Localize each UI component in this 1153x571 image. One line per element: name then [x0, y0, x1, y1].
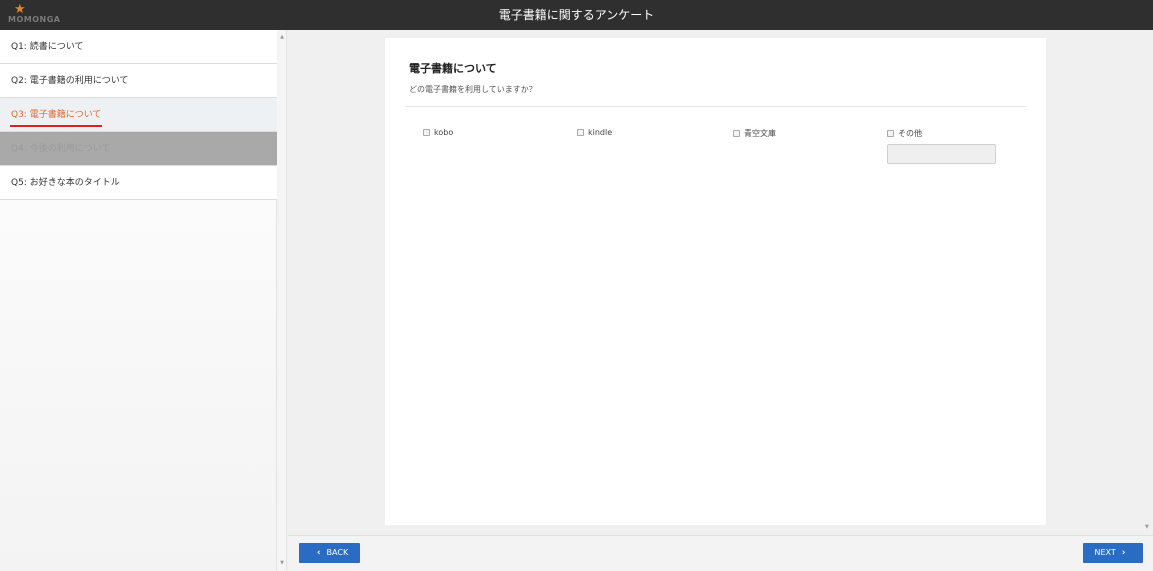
footer-bar — [288, 535, 1153, 571]
checkbox[interactable] — [733, 130, 740, 137]
page-title: 電子書籍に関するアンケート — [498, 8, 655, 22]
sidebar-item-label: Q2: 電子書籍の利用について — [11, 76, 129, 86]
other-text-input[interactable] — [887, 144, 996, 164]
question-description: どの電子書籍を利用していますか？ — [409, 85, 537, 94]
sidebar-item-q2[interactable]: Q2: 電子書籍の利用について — [0, 64, 277, 98]
sidebar-item-q5[interactable]: Q5: お好きな本のタイトル — [0, 166, 277, 200]
active-underline — [10, 125, 102, 127]
sidebar-scrollbar[interactable]: ▲ ▼ — [277, 30, 287, 571]
option-other[interactable]: その他 — [887, 128, 922, 139]
next-button-label: NEXT — [1094, 548, 1116, 557]
divider — [405, 106, 1026, 107]
option-kindle[interactable]: kindle — [577, 128, 612, 137]
chevron-right-icon: › — [1121, 548, 1126, 558]
sidebar-item-label: Q1: 読書について — [11, 42, 84, 52]
sidebar-item-q4: Q4: 今後の利用について — [0, 132, 277, 166]
question-card: 電子書籍について どの電子書籍を利用していますか？ kobo kindle 青空… — [385, 38, 1046, 525]
checkbox[interactable] — [577, 129, 584, 136]
sidebar: Q1: 読書について Q2: 電子書籍の利用について Q3: 電子書籍について … — [0, 30, 277, 571]
scroll-up-icon[interactable]: ▲ — [279, 34, 285, 40]
app-header: ★ MOMONGA 電子書籍に関するアンケート — [0, 0, 1153, 30]
sidebar-item-label: Q4: 今後の利用について — [11, 144, 111, 154]
option-label: kindle — [588, 128, 613, 137]
sidebar-item-label: Q3: 電子書籍について — [11, 110, 102, 120]
back-button[interactable]: ‹ BACK — [299, 543, 360, 563]
checkbox[interactable] — [887, 130, 894, 137]
sidebar-item-q3[interactable]: Q3: 電子書籍について — [0, 98, 277, 132]
option-aozora[interactable]: 青空文庫 — [733, 128, 776, 139]
next-button[interactable]: NEXT › — [1083, 543, 1143, 563]
option-kobo[interactable]: kobo — [423, 128, 453, 137]
scroll-down-icon[interactable]: ▼ — [1145, 524, 1149, 530]
option-label: kobo — [434, 128, 454, 137]
question-title: 電子書籍について — [409, 62, 497, 75]
checkbox[interactable] — [423, 129, 430, 136]
chevron-left-icon: ‹ — [316, 548, 321, 558]
scroll-down-icon[interactable]: ▼ — [279, 560, 285, 566]
sidebar-item-label: Q5: お好きな本のタイトル — [11, 178, 120, 188]
option-label: その他 — [898, 129, 922, 138]
back-button-label: BACK — [326, 548, 349, 557]
option-label: 青空文庫 — [744, 129, 776, 138]
sidebar-item-q1[interactable]: Q1: 読書について — [0, 30, 277, 64]
